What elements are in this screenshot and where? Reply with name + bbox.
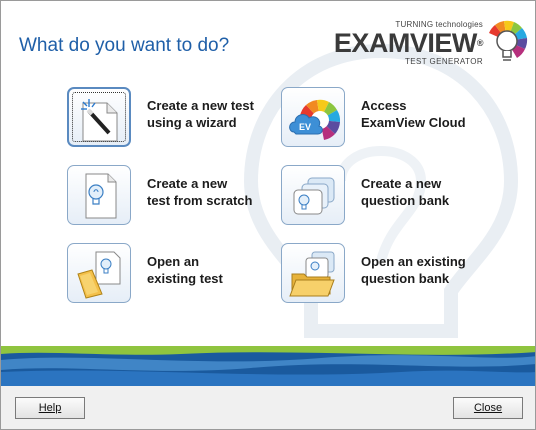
page-title: What do you want to do?: [19, 35, 230, 56]
option-create-test-scratch[interactable]: Create a new test from scratch: [67, 165, 277, 227]
logo-product: EXAMVIEW®: [333, 28, 484, 58]
option-label: Open an existing question bank: [361, 254, 466, 286]
option-label: Create a new test using a wizard: [147, 98, 254, 130]
option-create-test-wizard[interactable]: Create a new test using a wizard: [67, 87, 277, 149]
option-label: Create a new question bank: [361, 176, 450, 208]
option-create-question-bank[interactable]: Create a new question bank: [281, 165, 491, 227]
open-test-folder-icon: [77, 251, 121, 299]
open-question-bank-folder-icon: [289, 251, 335, 297]
option-label: Create a new test from scratch: [147, 176, 253, 208]
wizard-wand-icon: [81, 99, 118, 142]
create-test-scratch-button[interactable]: [67, 165, 131, 225]
logo-tagline: TEST GENERATOR: [404, 57, 483, 66]
examview-start-dialog: What do you want to do? TURNING technolo…: [0, 0, 536, 430]
button-bar: Help Close: [1, 386, 535, 429]
open-test-button[interactable]: [67, 243, 131, 303]
examview-logo: TURNING technologies EXAMVIEW® TEST GENE…: [334, 19, 529, 69]
option-label: Access ExamView Cloud: [361, 98, 466, 130]
option-open-test[interactable]: Open an existing test: [67, 243, 277, 305]
option-open-question-bank[interactable]: Open an existing question bank: [281, 243, 491, 305]
decorative-wave-banner: [1, 346, 535, 386]
lightbulb-logo-icon: [489, 20, 528, 61]
open-question-bank-button[interactable]: [281, 243, 345, 303]
svg-text:EV: EV: [299, 122, 311, 132]
create-test-wizard-button[interactable]: [67, 87, 131, 147]
access-cloud-button[interactable]: EV: [281, 87, 345, 147]
create-question-bank-button[interactable]: [281, 165, 345, 225]
examview-cloud-icon: EV: [289, 99, 341, 140]
option-label: Open an existing test: [147, 254, 223, 286]
close-button[interactable]: Close: [453, 397, 523, 419]
option-access-cloud[interactable]: EV Access ExamView Cloud: [281, 87, 491, 149]
help-button[interactable]: Help: [15, 397, 85, 419]
new-question-bank-icon: [293, 177, 335, 215]
new-test-document-icon: [85, 173, 117, 219]
